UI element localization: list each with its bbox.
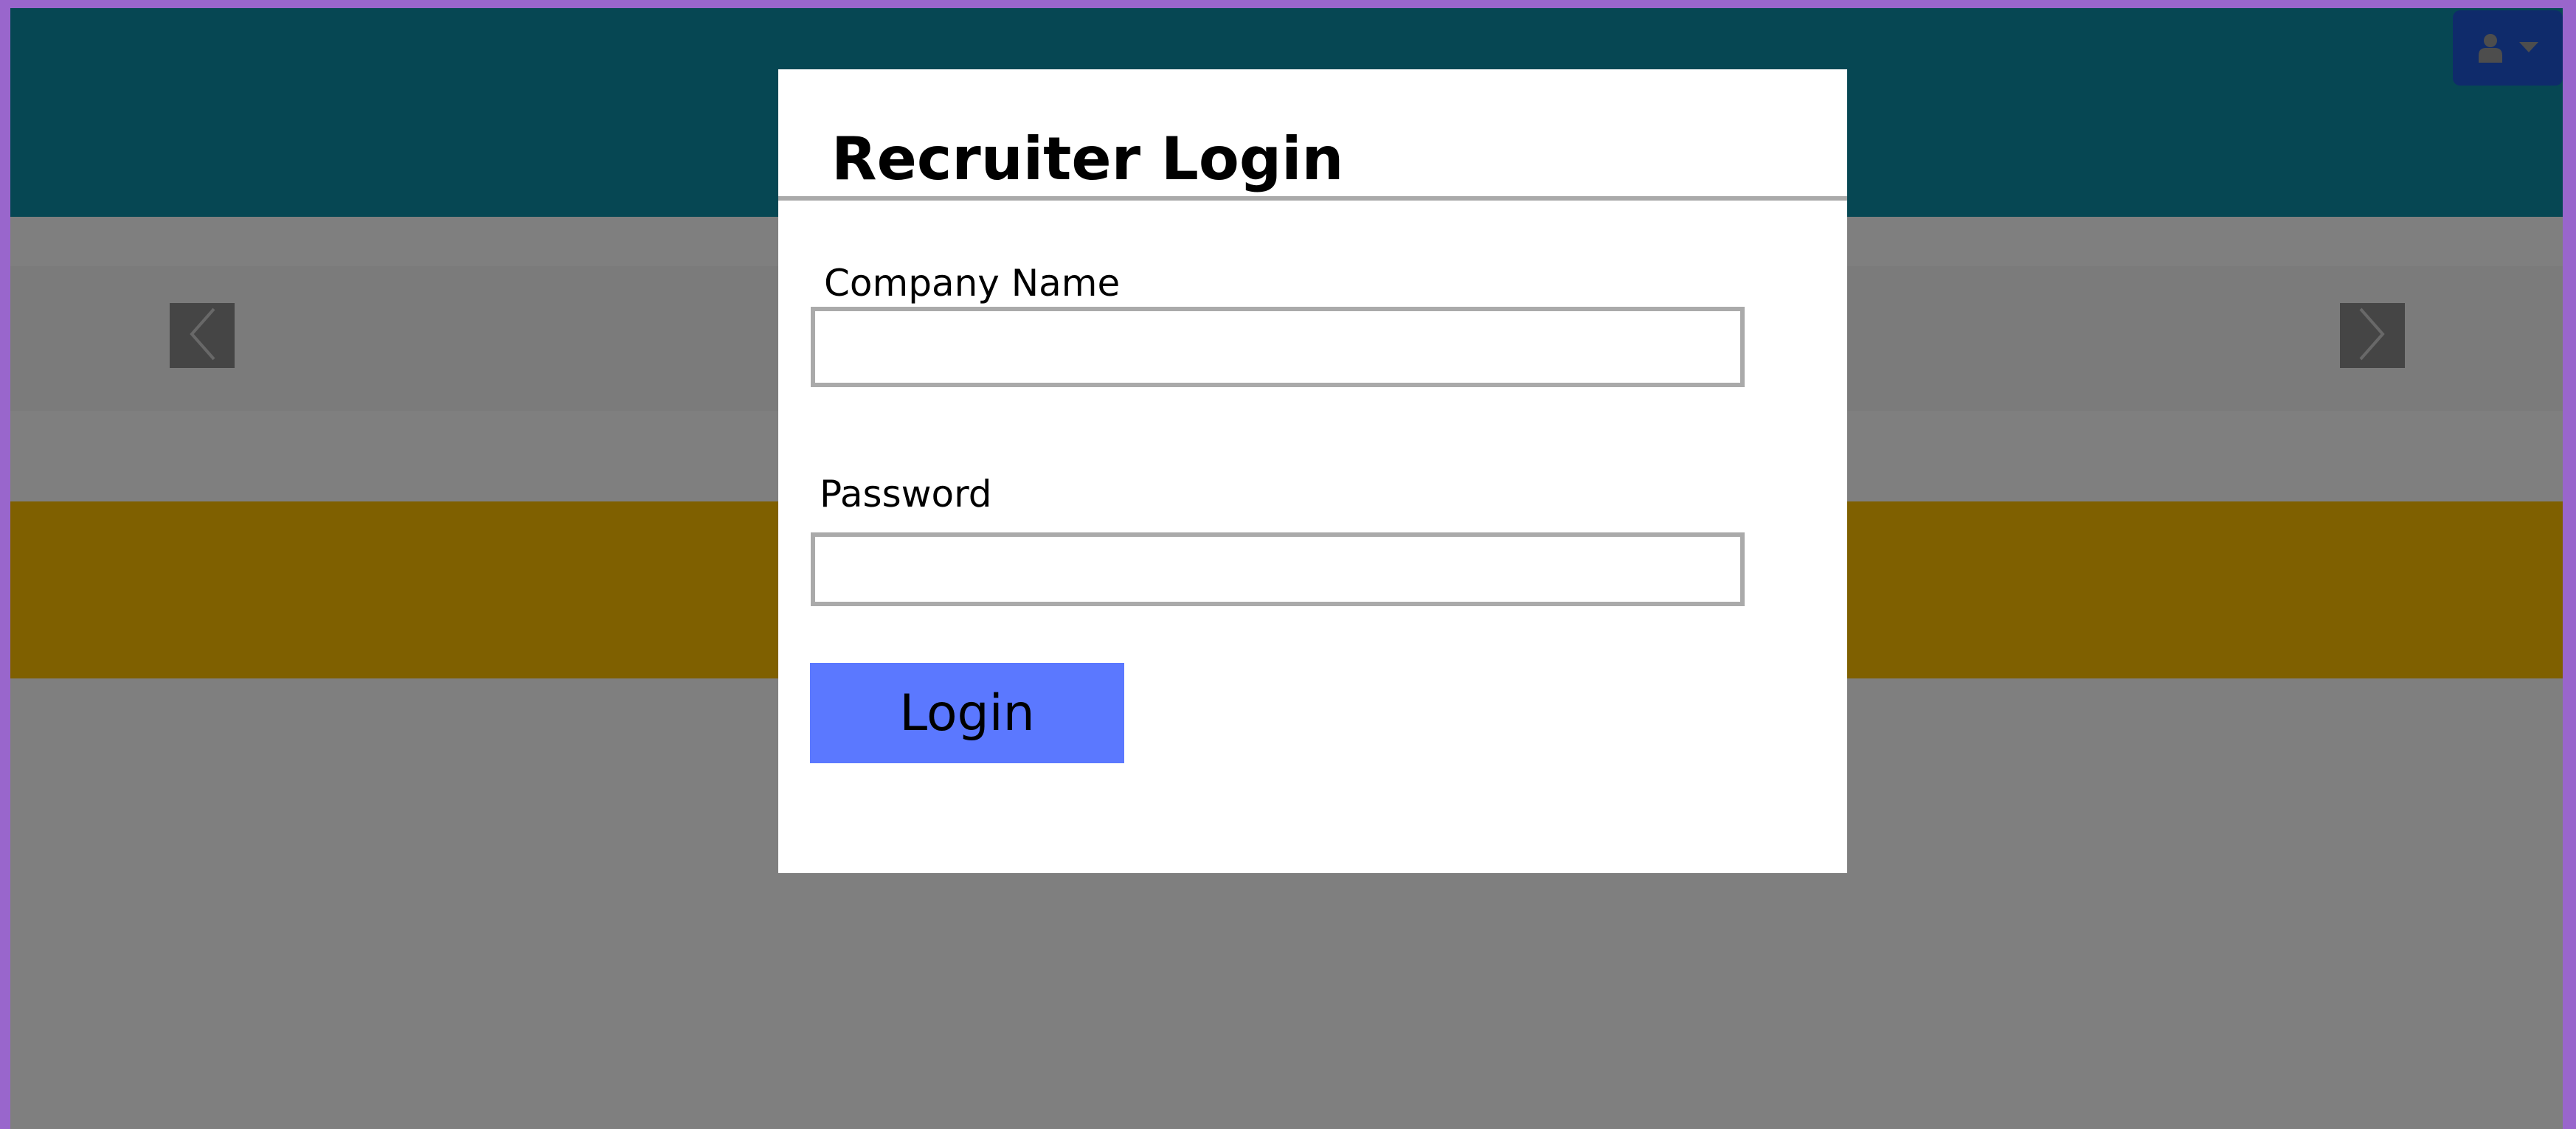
company-name-input[interactable]	[811, 307, 1745, 387]
password-input[interactable]	[811, 532, 1745, 606]
password-label: Password	[820, 473, 992, 515]
modal-divider	[778, 196, 1847, 201]
company-name-label: Company Name	[824, 262, 1121, 305]
recruiter-login-modal: Recruiter Login Company Name Password Lo…	[778, 69, 1847, 873]
login-button[interactable]: Login	[810, 663, 1124, 763]
modal-title: Recruiter Login	[831, 125, 1344, 193]
